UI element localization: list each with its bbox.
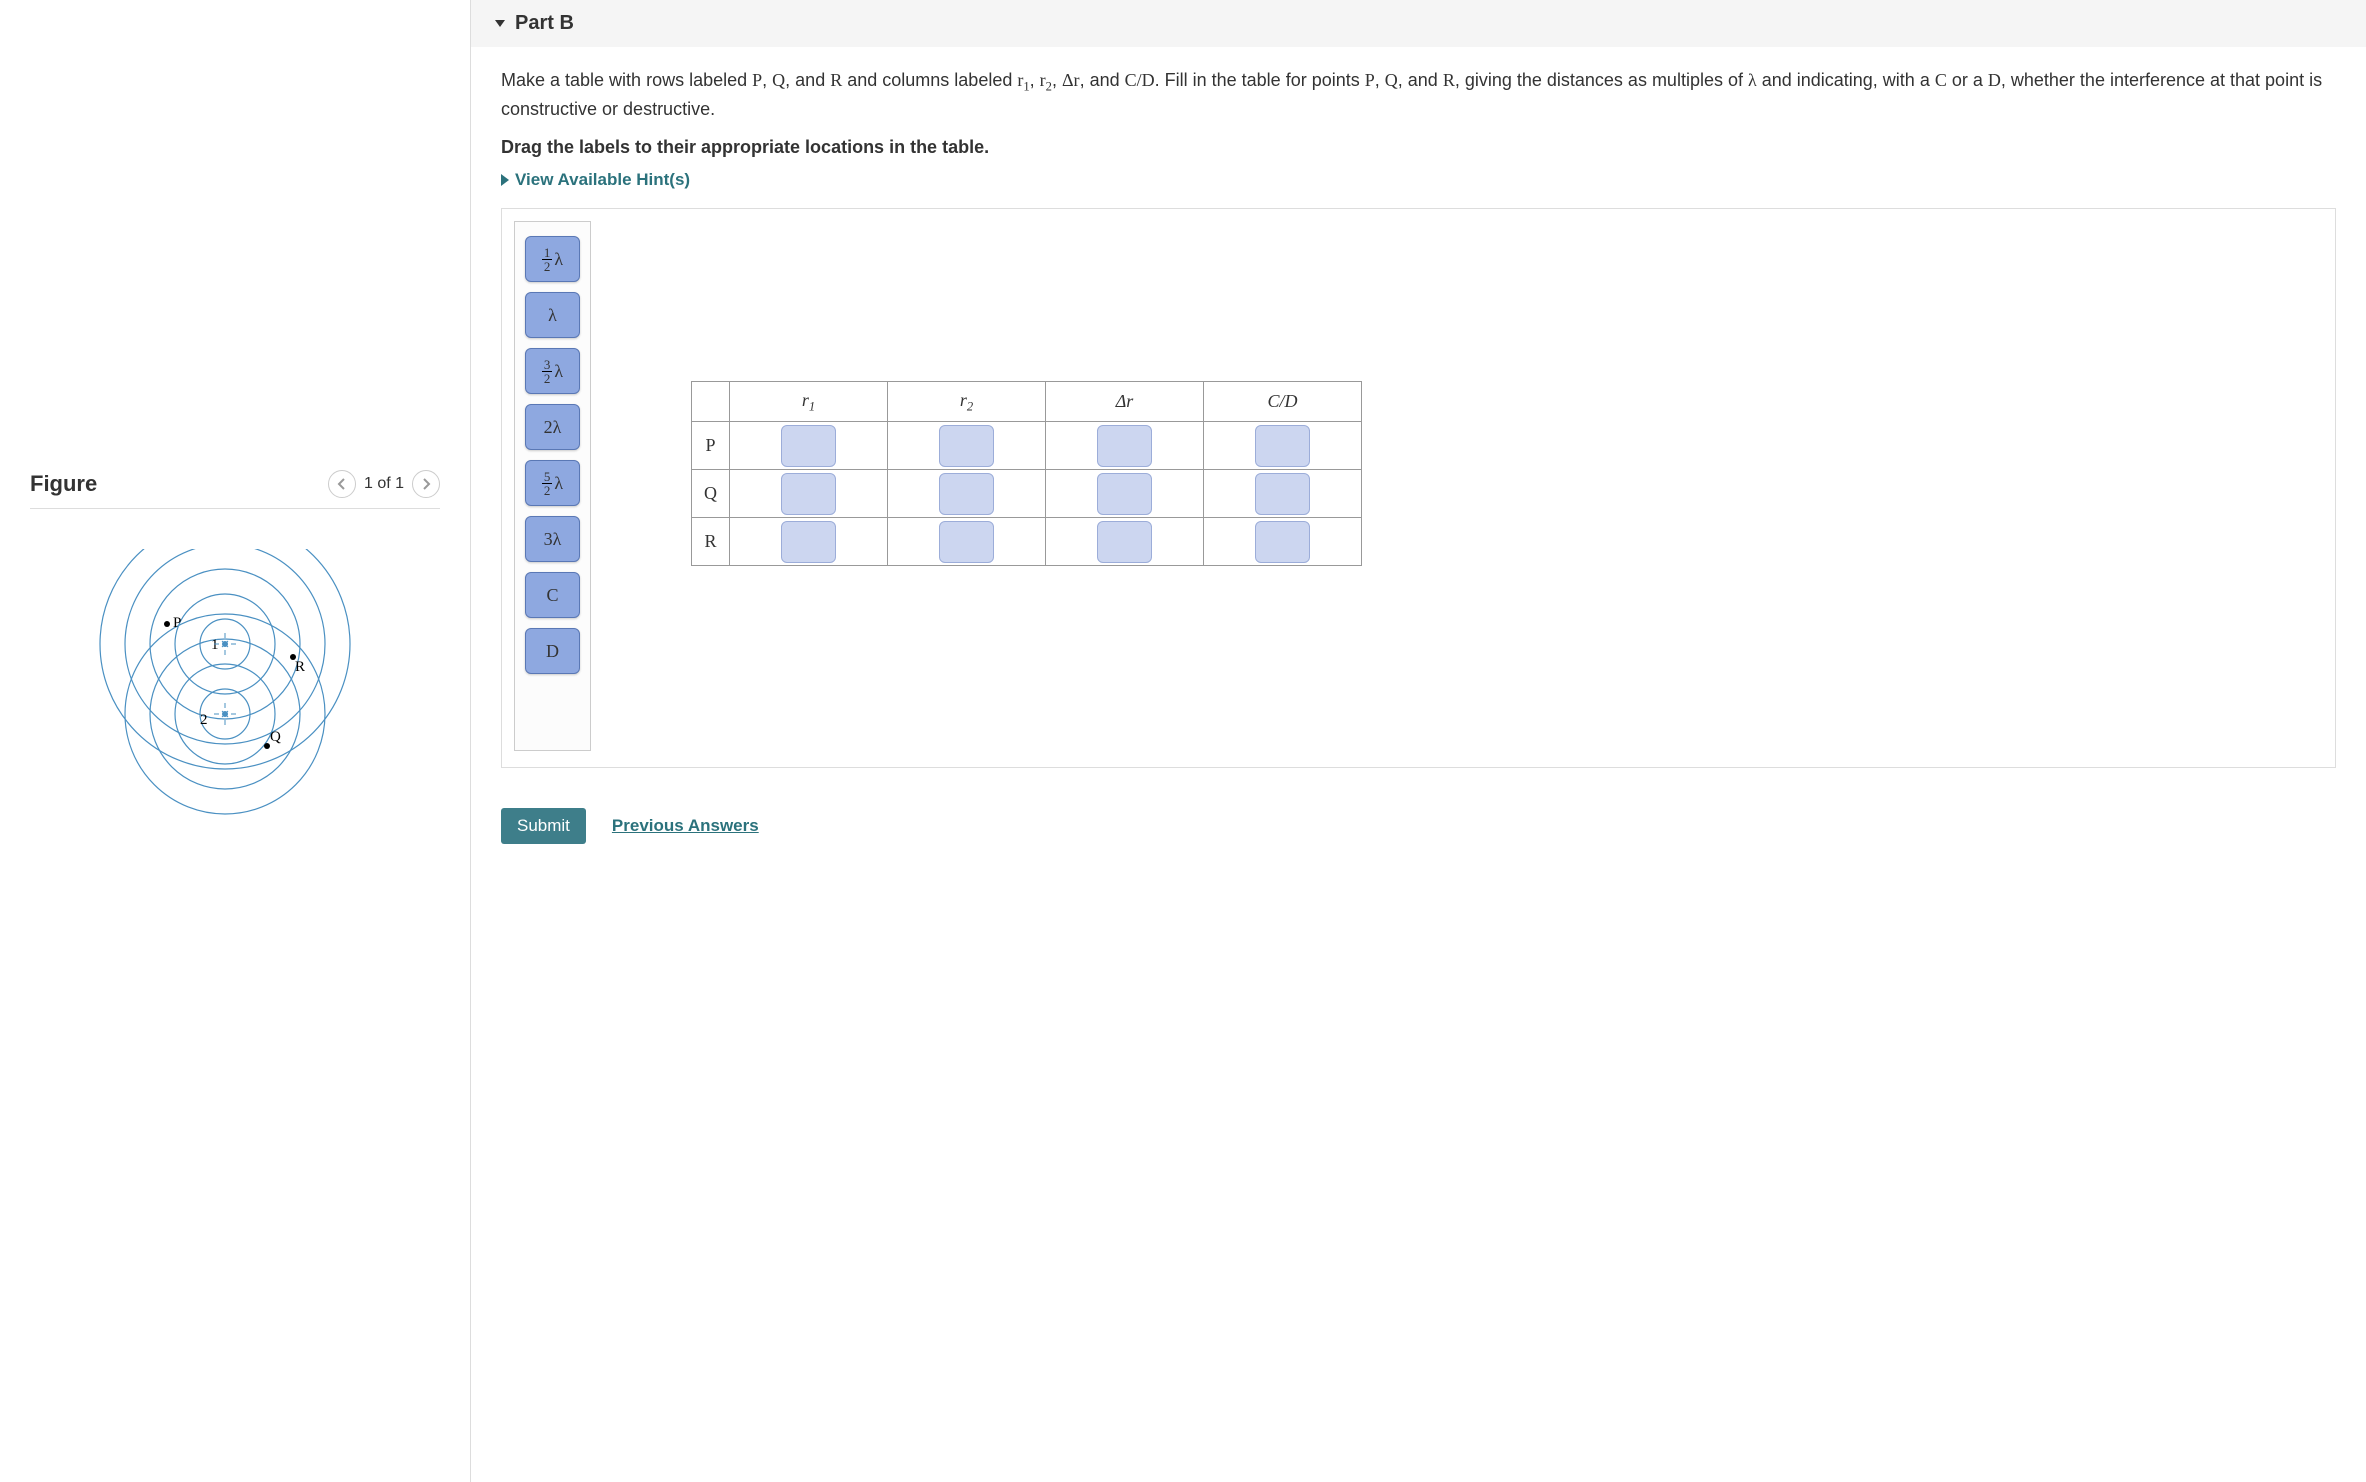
submit-button[interactable]: Submit xyxy=(501,808,586,844)
drop-target[interactable] xyxy=(1255,521,1310,563)
figure-panel: Figure 1 of 1 xyxy=(0,0,470,1482)
drag-label-half_lambda[interactable]: 12λ xyxy=(525,236,580,282)
drop-target[interactable] xyxy=(1255,425,1310,467)
col-header-dr: Δr xyxy=(1046,382,1204,422)
part-b-title: Part B xyxy=(515,12,574,35)
previous-answers-link[interactable]: Previous Answers xyxy=(612,816,759,836)
drop-cell-P-r1[interactable] xyxy=(730,422,888,470)
row-label-P: P xyxy=(692,422,730,470)
svg-text:1: 1 xyxy=(211,637,219,653)
col-header-cd: C/D xyxy=(1204,382,1362,422)
drag-label-3half_lambda[interactable]: 32λ xyxy=(525,348,580,394)
drag-label-3lambda[interactable]: 3λ xyxy=(525,516,580,562)
instruction-text: Make a table with rows labeled P, Q, and… xyxy=(501,67,2336,123)
drop-cell-P-r2[interactable] xyxy=(888,422,1046,470)
figure-nav: 1 of 1 xyxy=(328,470,440,498)
figure-header: Figure 1 of 1 xyxy=(30,460,440,509)
hints-label: View Available Hint(s) xyxy=(515,170,690,190)
drop-cell-Q-r2[interactable] xyxy=(888,470,1046,518)
table-corner xyxy=(692,382,730,422)
table-row: R xyxy=(692,518,1362,566)
figure-next-button[interactable] xyxy=(412,470,440,498)
question-content: Make a table with rows labeled P, Q, and… xyxy=(471,47,2366,788)
answer-table-wrapper: r1r2ΔrC/D PQR xyxy=(691,381,1362,566)
drop-target[interactable] xyxy=(781,425,836,467)
figure-image: 1 2 P R Q xyxy=(30,549,440,829)
label-bank: 12λ λ 32λ 2λ 52λ 3λ CD xyxy=(514,221,591,751)
drop-target[interactable] xyxy=(781,521,836,563)
table-row: P xyxy=(692,422,1362,470)
drag-instruction: Drag the labels to their appropriate loc… xyxy=(501,137,2336,158)
drop-cell-R-cd[interactable] xyxy=(1204,518,1362,566)
drop-cell-R-r1[interactable] xyxy=(730,518,888,566)
chevron-left-icon xyxy=(337,478,347,490)
drop-target[interactable] xyxy=(1097,473,1152,515)
figure-prev-button[interactable] xyxy=(328,470,356,498)
drop-cell-R-dr[interactable] xyxy=(1046,518,1204,566)
drop-cell-R-r2[interactable] xyxy=(888,518,1046,566)
caret-down-icon xyxy=(495,20,505,27)
drop-cell-P-dr[interactable] xyxy=(1046,422,1204,470)
chevron-right-icon xyxy=(421,478,431,490)
drop-cell-Q-dr[interactable] xyxy=(1046,470,1204,518)
drop-target[interactable] xyxy=(939,425,994,467)
figure-counter: 1 of 1 xyxy=(364,475,404,493)
svg-text:2: 2 xyxy=(200,712,208,728)
answer-table: r1r2ΔrC/D PQR xyxy=(691,381,1362,566)
caret-right-icon xyxy=(501,174,509,186)
col-header-r1: r1 xyxy=(730,382,888,422)
drop-target[interactable] xyxy=(939,521,994,563)
drop-target[interactable] xyxy=(1097,425,1152,467)
drop-cell-P-cd[interactable] xyxy=(1204,422,1362,470)
drop-target[interactable] xyxy=(1097,521,1152,563)
svg-text:Q: Q xyxy=(270,729,281,745)
row-label-R: R xyxy=(692,518,730,566)
row-label-Q: Q xyxy=(692,470,730,518)
question-panel: Part B Make a table with rows labeled P,… xyxy=(470,0,2366,1482)
svg-text:P: P xyxy=(173,615,181,631)
interference-diagram-icon: 1 2 P R Q xyxy=(95,549,375,829)
drag-label-lambda[interactable]: λ xyxy=(525,292,580,338)
drag-label-5half_lambda[interactable]: 52λ xyxy=(525,460,580,506)
col-header-r2: r2 xyxy=(888,382,1046,422)
drag-label-D[interactable]: D xyxy=(525,628,580,674)
drag-label-C[interactable]: C xyxy=(525,572,580,618)
drop-cell-Q-r1[interactable] xyxy=(730,470,888,518)
drop-target[interactable] xyxy=(939,473,994,515)
part-b-header[interactable]: Part B xyxy=(471,0,2366,47)
footer-buttons: Submit Previous Answers xyxy=(471,788,2366,864)
svg-text:R: R xyxy=(295,659,305,675)
drop-target[interactable] xyxy=(781,473,836,515)
drag-label-2lambda[interactable]: 2λ xyxy=(525,404,580,450)
figure-title: Figure xyxy=(30,471,97,497)
drop-target[interactable] xyxy=(1255,473,1310,515)
drag-drop-area: 12λ λ 32λ 2λ 52λ 3λ CD r1r2ΔrC/D PQR xyxy=(501,208,2336,768)
view-hints-button[interactable]: View Available Hint(s) xyxy=(501,170,2336,190)
drop-cell-Q-cd[interactable] xyxy=(1204,470,1362,518)
table-row: Q xyxy=(692,470,1362,518)
